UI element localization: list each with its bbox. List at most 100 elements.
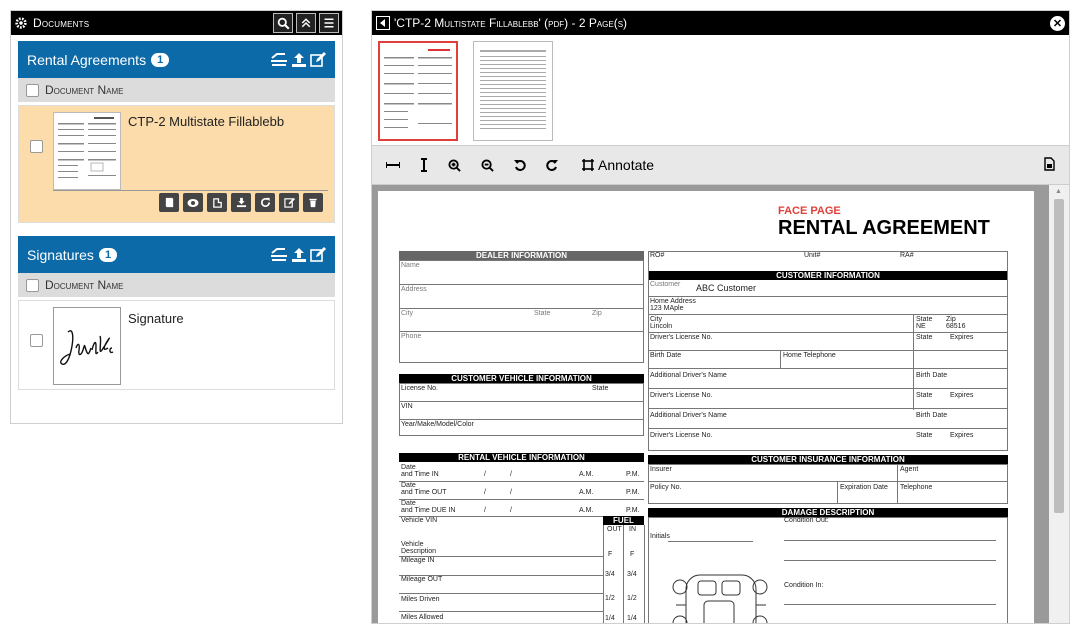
document-viewer: 'CTP-2 Multistate Fillablebb' (pdf) - 2 … — [371, 10, 1070, 624]
date-label: Date — [401, 464, 416, 471]
annotate-label: Annotate — [598, 157, 655, 173]
scroll-up-arrow-icon[interactable]: ▲ — [1055, 188, 1062, 195]
am-label: A.M. — [579, 489, 594, 496]
vehicle-vin-label: Vehicle VIN — [401, 517, 438, 524]
signature-name[interactable]: Signature — [128, 311, 184, 326]
zoom-out-button[interactable] — [481, 158, 494, 172]
vehicle-label: Vehicle — [401, 541, 424, 548]
customer-label: Customer — [650, 281, 681, 288]
signature-card[interactable]: Signature — [18, 300, 335, 390]
slash: / — [484, 489, 486, 496]
search-icon — [277, 17, 290, 30]
page-thumbnail[interactable] — [378, 41, 458, 141]
date-label: Date — [401, 482, 416, 489]
view-button[interactable] — [183, 193, 203, 212]
close-button[interactable]: ✕ — [1050, 15, 1065, 31]
form-heading: RENTAL AGREEMENT — [778, 217, 990, 239]
page-thumbnails — [372, 35, 1069, 145]
initials-label: Initials — [650, 533, 670, 540]
select-all-checkbox[interactable] — [26, 278, 39, 292]
home-address-label: Home Address — [650, 298, 696, 305]
rental-agreements-count-badge: 1 — [151, 52, 170, 67]
delete-button[interactable] — [303, 193, 323, 212]
annotate-button[interactable]: Annotate — [582, 157, 654, 173]
fuel-level-in: 3/4 — [627, 571, 637, 578]
upload-icon[interactable] — [291, 247, 307, 263]
additional-driver-label-2: Additional Driver's Name — [650, 412, 727, 419]
zoom-in-button[interactable] — [448, 158, 461, 172]
rule — [648, 408, 1008, 409]
rental-vehicle-bar: RENTAL VEHICLE INFORMATION — [399, 453, 644, 462]
fit-height-button[interactable] — [420, 158, 428, 172]
am-label: A.M. — [579, 471, 594, 478]
signature-thumbnail[interactable] — [53, 307, 121, 385]
condition-out-label: Condition Out: — [784, 517, 829, 524]
city-value: Lincoln — [650, 323, 673, 330]
refresh-button[interactable] — [255, 193, 275, 212]
rule — [648, 481, 1008, 482]
home-telephone-label: Home Telephone — [783, 352, 836, 359]
slash: / — [510, 507, 512, 514]
viewer-toolbar: Annotate — [372, 145, 1069, 185]
agent-label: Agent — [900, 466, 919, 473]
fuel-level-out: 3/4 — [605, 571, 615, 578]
rule — [784, 540, 996, 541]
edit-button[interactable] — [279, 193, 299, 212]
rotate-right-button[interactable] — [546, 159, 558, 171]
fit-height-icon — [421, 158, 427, 172]
vertical-scrollbar[interactable]: ▲ — [1049, 185, 1069, 623]
customer-vehicle-bar: CUSTOMER VEHICLE INFORMATION — [399, 374, 644, 383]
dl2-expires-label: Expires — [950, 392, 974, 399]
dl3-state-label: State — [916, 432, 933, 439]
book-button[interactable] — [159, 193, 179, 212]
rule — [784, 560, 996, 561]
slash: / — [484, 471, 486, 478]
dealer-info-box — [399, 260, 644, 363]
dl-expires-label: Expires — [950, 334, 974, 341]
search-button[interactable] — [273, 13, 293, 33]
menu-button[interactable] — [319, 13, 339, 33]
rotate-left-button[interactable] — [514, 159, 526, 171]
page-thumbnail[interactable] — [473, 41, 553, 141]
signature-checkbox[interactable] — [30, 334, 43, 347]
refresh-icon — [260, 197, 270, 207]
rule — [648, 388, 1008, 389]
scan-icon[interactable] — [270, 247, 288, 263]
policy-no-label: Policy No. — [650, 484, 682, 491]
state-label: State — [534, 310, 551, 317]
scrollbar-thumb[interactable] — [1054, 199, 1064, 513]
fit-width-button[interactable] — [386, 160, 400, 170]
birth-date-label: Birth Date — [650, 352, 682, 359]
customer-value: ABC Customer — [696, 283, 757, 293]
edit-icon[interactable] — [310, 246, 326, 263]
insurance-box — [648, 464, 1008, 504]
document-thumbnail[interactable] — [53, 112, 121, 190]
zip-field-label: Zip — [946, 316, 956, 323]
download-button[interactable] — [231, 193, 251, 212]
pdf-canvas[interactable]: FACE PAGE RENTAL AGREEMENT DEALER INFORM… — [372, 185, 1069, 623]
scan-icon[interactable] — [270, 52, 288, 68]
customer-info-box — [648, 251, 1008, 451]
document-card[interactable]: CTP-2 Multistate Fillablebb — [18, 105, 335, 223]
pdf-page: FACE PAGE RENTAL AGREEMENT DEALER INFORM… — [378, 191, 1034, 623]
document-checkbox[interactable] — [30, 140, 43, 153]
pdf-export-button[interactable] — [1044, 156, 1055, 174]
fuel-level-out: 1/4 — [605, 615, 615, 622]
collapse-button[interactable] — [296, 13, 316, 33]
rule — [780, 350, 781, 368]
back-button[interactable] — [376, 16, 390, 30]
document-name-column-header: Document Name — [18, 78, 335, 102]
upload-icon[interactable] — [291, 52, 307, 68]
sign-button[interactable] — [207, 193, 227, 212]
select-all-checkbox[interactable] — [26, 83, 39, 97]
document-name[interactable]: CTP-2 Multistate Fillablebb — [128, 114, 284, 129]
fuel-level-in: 1/2 — [627, 595, 637, 602]
edit-icon[interactable] — [310, 51, 326, 68]
time-out-label: and Time OUT — [401, 489, 447, 496]
viewer-header: 'CTP-2 Multistate Fillablebb' (pdf) - 2 … — [372, 11, 1069, 35]
fuel-level-in: 1/4 — [627, 615, 637, 622]
insurer-label: Insurer — [650, 466, 672, 473]
column-header-label: Document Name — [45, 278, 124, 292]
city-field-label: City — [650, 316, 663, 323]
zip-value: 68516 — [946, 323, 966, 330]
